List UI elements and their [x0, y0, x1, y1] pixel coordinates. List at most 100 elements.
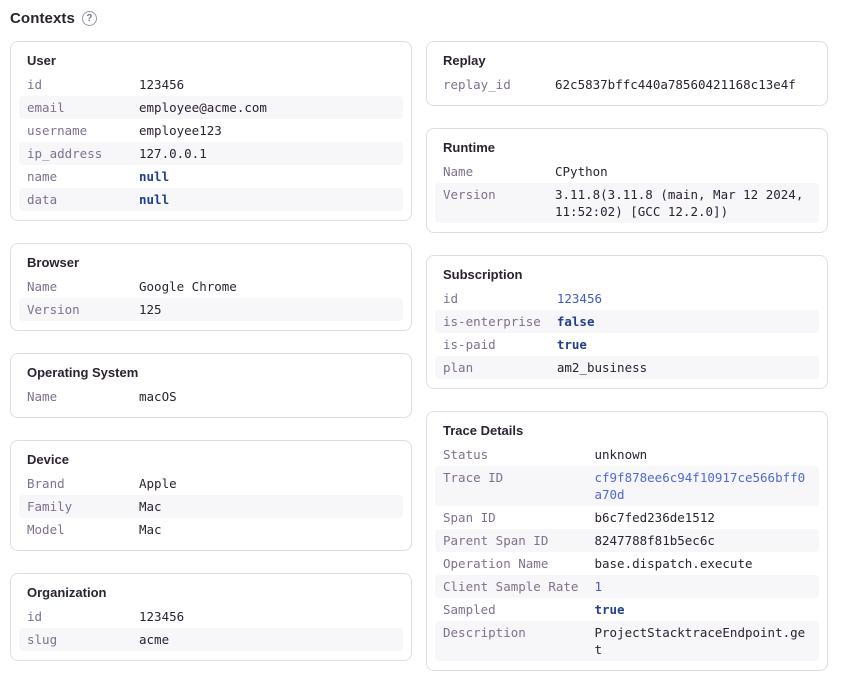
- context-columns: Userid123456emailemployee@acme.comuserna…: [10, 41, 828, 671]
- kv-key: replay_id: [435, 73, 547, 96]
- kv-row: replay_id62c5837bffc440a78560421168c13e4…: [435, 73, 819, 96]
- kv-key: Version: [435, 183, 547, 223]
- kv-key: Status: [435, 443, 586, 466]
- context-card-subscription: Subscription id123456is-enterprisefalseis…: [426, 255, 828, 389]
- kv-value: base.dispatch.execute: [586, 552, 819, 575]
- kv-key: Name: [19, 275, 131, 298]
- left-column: Userid123456emailemployee@acme.comuserna…: [10, 41, 412, 661]
- kv-value: b6c7fed236de1512: [586, 506, 819, 529]
- kv-key: id: [19, 73, 131, 96]
- kv-row: ModelMac: [19, 518, 403, 541]
- kv-row: is-paidtrue: [435, 333, 819, 356]
- help-icon[interactable]: ?: [82, 11, 97, 26]
- kv-key: ip_address: [19, 142, 131, 165]
- kv-value: 123456: [549, 287, 819, 310]
- kv-row: Version3.11.8(3.11.8 (main, Mar 12 2024,…: [435, 183, 819, 223]
- kv-key: Model: [19, 518, 131, 541]
- kv-value: 3.11.8(3.11.8 (main, Mar 12 2024, 11:52:…: [547, 183, 819, 223]
- kv-key: Name: [435, 160, 547, 183]
- kv-row: NamemacOS: [19, 385, 403, 408]
- kv-key: username: [19, 119, 131, 142]
- card-title: Operating System: [19, 363, 403, 380]
- context-card-device: Device BrandAppleFamilyMacModelMac: [10, 440, 412, 551]
- kv-key: Span ID: [435, 506, 586, 529]
- card-title: Replay: [435, 51, 819, 68]
- key-value-table: id123456emailemployee@acme.comusernameem…: [19, 73, 403, 211]
- kv-row: Span IDb6c7fed236de1512: [435, 506, 819, 529]
- kv-key: Sampled: [435, 598, 586, 621]
- key-value-table: replay_id62c5837bffc440a78560421168c13e4…: [435, 73, 819, 96]
- kv-row: Version125: [19, 298, 403, 321]
- kv-value: acme: [131, 628, 403, 651]
- key-value-table: NameCPythonVersion3.11.8(3.11.8 (main, M…: [435, 160, 819, 223]
- kv-value: Mac: [131, 518, 403, 541]
- card-title: Organization: [19, 583, 403, 600]
- kv-key: Description: [435, 621, 586, 661]
- kv-row: NameGoogle Chrome: [19, 275, 403, 298]
- card-title: Subscription: [435, 265, 819, 282]
- kv-value: null: [131, 165, 403, 188]
- kv-value: true: [586, 598, 819, 621]
- kv-row: Operation Namebase.dispatch.execute: [435, 552, 819, 575]
- kv-value[interactable]: cf9f878ee6c94f10917ce566bff0a70d: [586, 466, 819, 506]
- section-header: Contexts ?: [10, 10, 828, 27]
- kv-value: ProjectStacktraceEndpoint.get: [586, 621, 819, 661]
- kv-key: Parent Span ID: [435, 529, 586, 552]
- kv-row: Sampledtrue: [435, 598, 819, 621]
- kv-row: planam2_business: [435, 356, 819, 379]
- kv-key: Trace ID: [435, 466, 586, 506]
- context-card-replay: Replay replay_id62c5837bffc440a7856042116…: [426, 41, 828, 106]
- kv-row: BrandApple: [19, 472, 403, 495]
- kv-row: usernameemployee123: [19, 119, 403, 142]
- kv-key: Client Sample Rate: [435, 575, 586, 598]
- kv-value: 127.0.0.1: [131, 142, 403, 165]
- kv-value: unknown: [586, 443, 819, 466]
- kv-value: macOS: [131, 385, 403, 408]
- kv-value: false: [549, 310, 819, 333]
- kv-row: id123456: [19, 73, 403, 96]
- kv-value: CPython: [547, 160, 819, 183]
- kv-key: is-enterprise: [435, 310, 549, 333]
- kv-row: Parent Span ID8247788f81b5ec6c: [435, 529, 819, 552]
- context-card-browser: Browser NameGoogle ChromeVersion125: [10, 243, 412, 331]
- kv-row: Statusunknown: [435, 443, 819, 466]
- kv-value: employee@acme.com: [131, 96, 403, 119]
- kv-row: is-enterprisefalse: [435, 310, 819, 333]
- kv-key: Operation Name: [435, 552, 586, 575]
- key-value-table: NamemacOS: [19, 385, 403, 408]
- kv-key: plan: [435, 356, 549, 379]
- key-value-table: id123456slugacme: [19, 605, 403, 651]
- kv-value: Mac: [131, 495, 403, 518]
- kv-value: am2_business: [549, 356, 819, 379]
- card-title: Runtime: [435, 138, 819, 155]
- contexts-page: Contexts ? Userid123456emailemployee@acm…: [0, 0, 844, 687]
- kv-value: employee123: [131, 119, 403, 142]
- kv-row: ip_address127.0.0.1: [19, 142, 403, 165]
- kv-value: 123456: [131, 73, 403, 96]
- right-column: Replay replay_id62c5837bffc440a7856042116…: [426, 41, 828, 671]
- kv-row: DescriptionProjectStacktraceEndpoint.get: [435, 621, 819, 661]
- kv-row: slugacme: [19, 628, 403, 651]
- kv-row: emailemployee@acme.com: [19, 96, 403, 119]
- key-value-table: NameGoogle ChromeVersion125: [19, 275, 403, 321]
- kv-row: FamilyMac: [19, 495, 403, 518]
- kv-value: null: [131, 188, 403, 211]
- kv-row: NameCPython: [435, 160, 819, 183]
- kv-key: name: [19, 165, 131, 188]
- card-title: Device: [19, 450, 403, 467]
- kv-row: datanull: [19, 188, 403, 211]
- kv-value: 62c5837bffc440a78560421168c13e4f: [547, 73, 819, 96]
- kv-row: Trace IDcf9f878ee6c94f10917ce566bff0a70d: [435, 466, 819, 506]
- kv-value: 125: [131, 298, 403, 321]
- kv-key: Family: [19, 495, 131, 518]
- key-value-table: StatusunknownTrace IDcf9f878ee6c94f10917…: [435, 443, 819, 661]
- card-title: Browser: [19, 253, 403, 270]
- page-title: Contexts: [10, 10, 75, 27]
- kv-row: namenull: [19, 165, 403, 188]
- kv-value: 8247788f81b5ec6c: [586, 529, 819, 552]
- kv-key: email: [19, 96, 131, 119]
- key-value-table: id123456is-enterprisefalseis-paidtruepla…: [435, 287, 819, 379]
- context-card-organization: Organization id123456slugacme: [10, 573, 412, 661]
- kv-key: id: [435, 287, 549, 310]
- kv-key: Version: [19, 298, 131, 321]
